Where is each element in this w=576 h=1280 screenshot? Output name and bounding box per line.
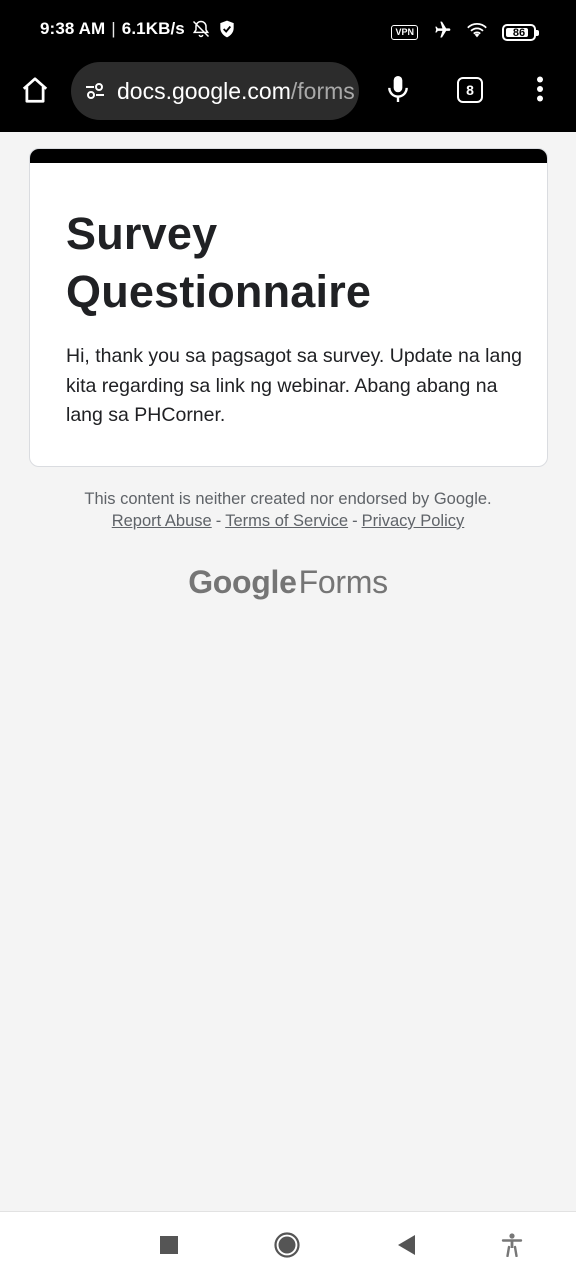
airplane-icon [432, 20, 452, 45]
form-description: Hi, thank you sa pagsagot sa survey. Upd… [66, 345, 523, 426]
battery-icon: 86 [502, 24, 539, 41]
form-header-card: Survey Questionnaire Hi, thank you sa pa… [29, 148, 548, 467]
more-options-button[interactable] [528, 74, 552, 108]
voice-search-button[interactable] [383, 74, 413, 108]
url-path: /forms [290, 77, 355, 104]
status-bar: 9:38 AM | 6.1KB/s VPN 86 [0, 0, 576, 62]
status-separator: | [111, 19, 116, 38]
terms-of-service-link[interactable]: Terms of Service [225, 512, 348, 530]
privacy-policy-link[interactable]: Privacy Policy [362, 512, 465, 530]
network-speed: 6.1KB/s [121, 19, 185, 38]
mic-icon [385, 73, 411, 110]
accessibility-icon [501, 1232, 523, 1262]
accessibility-button[interactable] [499, 1232, 525, 1262]
url-text: docs.google.com/forms [117, 78, 359, 105]
tab-switcher-button[interactable]: 8 [457, 77, 483, 103]
footer-links: Report Abuse - Terms of Service - Privacy Po… [0, 510, 576, 532]
wifi-icon [466, 20, 488, 45]
google-forms-logo[interactable]: GoogleForms [0, 562, 576, 602]
home-circle-icon [274, 1231, 300, 1263]
disclaimer-text: This content is neither created nor endo… [84, 490, 492, 508]
more-vert-icon [536, 76, 544, 107]
shield-icon [217, 19, 237, 39]
browser-toolbar: docs.google.com/forms 8 [0, 62, 576, 132]
back-button[interactable] [393, 1234, 419, 1260]
battery-level: 86 [512, 26, 526, 39]
form-title: Survey Questionnaire [66, 208, 372, 317]
url-domain: docs.google.com [117, 77, 291, 104]
home-icon [20, 75, 50, 110]
back-icon [396, 1234, 416, 1261]
tune-icon[interactable] [83, 79, 107, 103]
status-time: 9:38 AM [40, 19, 106, 38]
battery-tip [536, 30, 539, 36]
link-separator: - [215, 512, 222, 530]
navigation-bar [0, 1211, 576, 1280]
status-right: VPN 86 [391, 20, 539, 45]
vpn-badge: VPN [391, 25, 418, 40]
recents-button[interactable] [156, 1234, 182, 1260]
link-separator: - [352, 512, 358, 530]
home-button[interactable] [18, 75, 52, 109]
system-home-button[interactable] [274, 1231, 300, 1263]
card-accent-bar [30, 149, 547, 163]
status-left: 9:38 AM | 6.1KB/s [40, 19, 237, 39]
report-abuse-link[interactable]: Report Abuse [112, 512, 212, 530]
recents-icon [160, 1235, 178, 1259]
logo-forms-text: Forms [298, 564, 388, 600]
bell-off-icon [191, 19, 211, 39]
url-bar[interactable]: docs.google.com/forms [71, 62, 359, 120]
logo-google-text: Google [188, 564, 297, 600]
